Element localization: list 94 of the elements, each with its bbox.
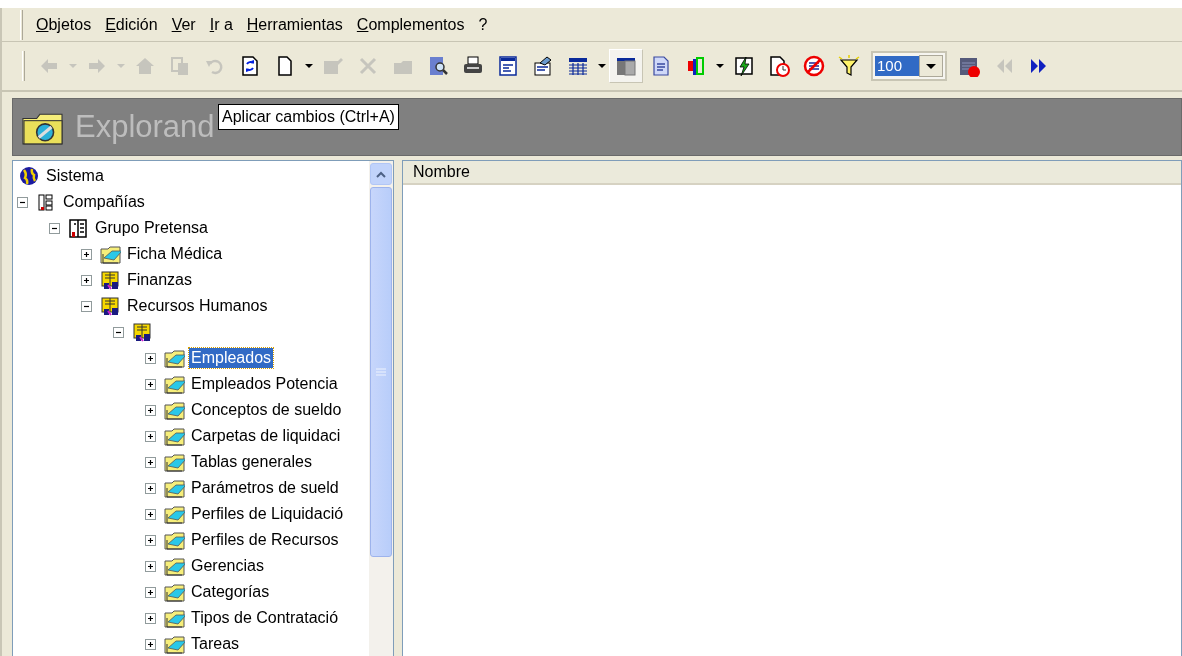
tree-item[interactable]: Recursos Humanos (125, 296, 270, 316)
zoom-combo[interactable]: 100 (871, 51, 947, 81)
refresh-document-icon (239, 55, 261, 77)
house-icon (134, 55, 156, 77)
caret-icon (69, 64, 77, 68)
tree-item[interactable]: Gerencias (189, 556, 266, 576)
header-title: Explorand (75, 107, 215, 146)
search-icon (427, 55, 449, 77)
lightning-icon (733, 55, 755, 77)
tree-item[interactable]: Tareas (189, 634, 242, 654)
expander-icon[interactable] (145, 560, 156, 572)
menu-item[interactable]: Objetos (29, 10, 99, 39)
expander-icon[interactable] (113, 326, 124, 338)
folder-icon (164, 425, 185, 447)
copy-icon (169, 55, 191, 77)
folder-icon (164, 477, 185, 499)
zoom-value: 100 (875, 56, 919, 76)
caret-icon (926, 63, 936, 69)
expander-icon[interactable] (145, 534, 156, 546)
folder-icon (164, 607, 185, 629)
caret-icon (598, 64, 606, 68)
folder-icon (164, 633, 185, 655)
caret-icon (305, 64, 313, 68)
tree-item[interactable]: Categorías (189, 582, 272, 602)
folder-icon (164, 451, 185, 473)
funnel-icon (838, 55, 860, 77)
menu-item[interactable]: Ver (164, 10, 203, 39)
tree-item[interactable]: Carpetas de liquidaci (189, 426, 343, 446)
tree-item[interactable]: Conceptos de sueldo (189, 400, 344, 420)
tree-item[interactable]: Ficha Médica (125, 244, 225, 264)
tooltip: Aplicar cambios (Ctrl+A) (218, 104, 399, 130)
tree-item[interactable]: Tipos de Contratació (189, 608, 341, 628)
bar-chart-icon (685, 55, 707, 77)
folder-icon (164, 503, 185, 525)
tree-item[interactable]: Empleados (189, 348, 274, 368)
expander-icon[interactable] (81, 300, 92, 312)
grip-icon (376, 368, 386, 376)
caret-icon (117, 64, 125, 68)
expander-icon[interactable] (145, 378, 156, 390)
menu-item[interactable]: Ir a (202, 10, 240, 39)
scroll-thumb[interactable] (370, 187, 392, 557)
globe-icon (19, 165, 40, 187)
expander-icon[interactable] (145, 508, 156, 520)
menu-item[interactable]: Herramientas (239, 10, 350, 39)
no-entry-icon (803, 55, 825, 77)
caret-icon (716, 64, 724, 68)
clock-document-icon (768, 55, 790, 77)
module-icon (100, 269, 121, 291)
tree-item[interactable]: Finanzas (125, 270, 194, 290)
expander-icon[interactable] (145, 456, 156, 468)
folder-icon (164, 399, 185, 421)
expander-icon[interactable] (81, 248, 92, 260)
menu-item[interactable]: ? (471, 10, 495, 39)
expander-icon[interactable] (49, 222, 60, 234)
menu-item[interactable]: Complementos (349, 10, 472, 39)
edit-icon (322, 55, 344, 77)
document-icon (650, 55, 672, 77)
folder-icon (100, 243, 121, 265)
delete-icon (357, 55, 379, 77)
module-icon (100, 295, 121, 317)
folder-icon (164, 373, 185, 395)
folder-icon (164, 581, 185, 603)
toolbar-button[interactable] (609, 49, 643, 83)
tree-item[interactable]: Compañías (61, 192, 147, 212)
folder-icon (164, 347, 185, 369)
expander-icon[interactable] (145, 404, 156, 416)
dropdown-button[interactable] (919, 55, 943, 77)
expander-icon[interactable] (17, 196, 28, 208)
properties-icon (532, 55, 554, 77)
expander-icon[interactable] (81, 274, 92, 286)
scrollbar[interactable] (369, 161, 393, 656)
folder-icon (164, 555, 185, 577)
column-header[interactable]: Nombre (403, 161, 1181, 185)
calendar-icon (958, 55, 980, 77)
tree-item[interactable]: Parámetros de sueld (189, 478, 341, 498)
expander-icon[interactable] (145, 430, 156, 442)
table-icon (567, 55, 589, 77)
tree-item[interactable]: Sistema (44, 166, 106, 186)
expander-icon[interactable] (145, 352, 156, 364)
expander-icon[interactable] (145, 638, 156, 650)
scroll-up-button[interactable] (370, 163, 392, 185)
expander-icon[interactable] (145, 586, 156, 598)
tree-item[interactable]: Grupo Pretensa (93, 218, 210, 238)
folder-icon (164, 529, 185, 551)
expander-icon[interactable] (145, 612, 156, 624)
menu-item[interactable]: Edición (98, 10, 165, 39)
tree-item[interactable]: Perfiles de Recursos (189, 530, 341, 550)
tree-item[interactable]: Perfiles de Liquidació (189, 504, 346, 524)
building-icon (68, 217, 89, 239)
tree-item[interactable]: Empleados Potencia (189, 374, 340, 394)
expander-icon[interactable] (145, 482, 156, 494)
form-icon (497, 55, 519, 77)
tree-item[interactable]: Tablas generales (189, 452, 314, 472)
layout-icon (615, 55, 637, 77)
